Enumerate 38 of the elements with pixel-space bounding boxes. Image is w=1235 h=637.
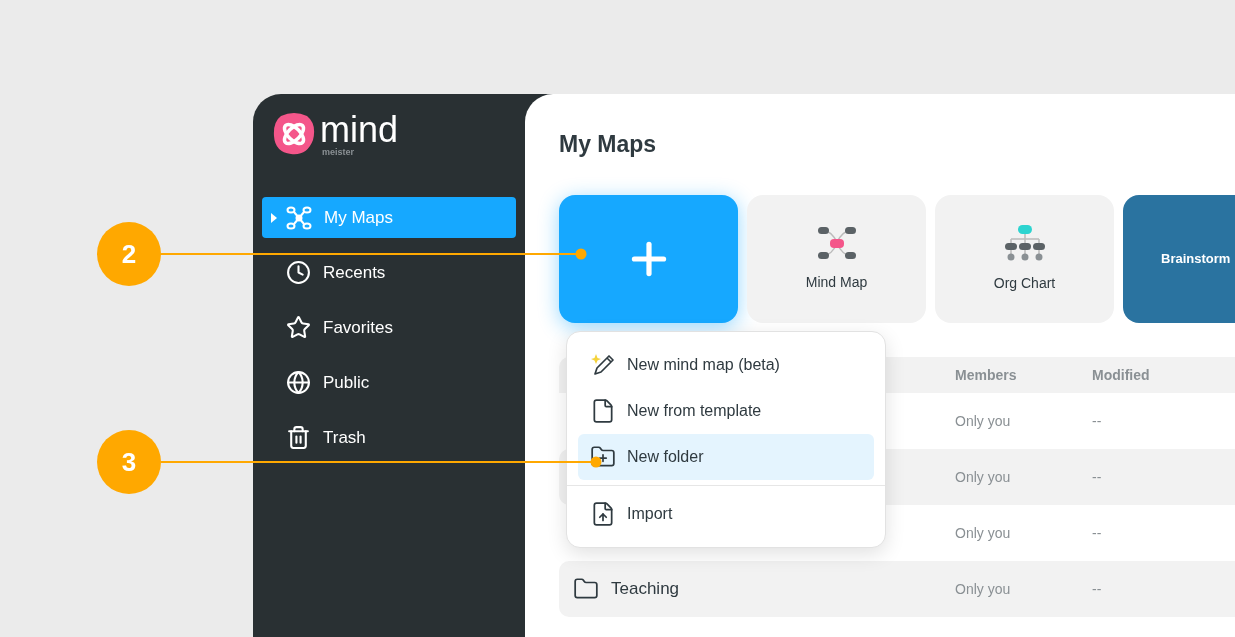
table-row[interactable]: Teaching Only you -- [559, 561, 1235, 617]
template-card[interactable]: Mind Map [747, 195, 926, 323]
logo-icon [273, 112, 315, 156]
sidebar-item[interactable]: Favorites [262, 307, 516, 348]
expand-caret-icon [271, 213, 277, 223]
members-cell-text: Only you [955, 467, 1012, 487]
members-cell-text: Only you [955, 523, 1012, 543]
sidebar-item[interactable]: Recents [262, 252, 516, 293]
callout-badge: 2 [97, 222, 161, 286]
members-cell-text: Only you [955, 411, 1012, 431]
template-icon [590, 398, 616, 424]
mind-map-icon [286, 205, 312, 230]
modified-cell-text: -- [1092, 523, 1102, 543]
org-chart-icon [1003, 224, 1046, 261]
sidebar-item[interactable]: Public [262, 362, 516, 403]
magic-pencil-icon [590, 352, 616, 378]
trash-icon [286, 425, 311, 450]
folder-plus-icon [590, 444, 616, 470]
globe-icon [286, 370, 311, 395]
modified-cell-text: -- [1092, 411, 1102, 431]
page-title: My Maps [559, 130, 658, 158]
modified-cell-text: -- [1092, 467, 1102, 487]
row-name: Teaching [611, 578, 680, 601]
folder-icon [573, 576, 599, 602]
callout-badge: 3 [97, 430, 161, 494]
template-card[interactable]: Brainstorm [1123, 195, 1235, 323]
menu-item[interactable]: New folder [578, 434, 874, 480]
members-cell-text: Only you [955, 579, 1012, 599]
clock-icon [286, 260, 311, 285]
logo-wordmark: mind [320, 112, 399, 148]
mind-map-diagram-icon [816, 225, 857, 260]
file-upload-icon [590, 501, 616, 527]
sidebar-item[interactable]: Trash [262, 417, 516, 458]
logo-subtitle: meister [321, 148, 356, 157]
new-map-button[interactable] [559, 195, 738, 323]
modified-cell-text: -- [1092, 579, 1102, 599]
star-icon [286, 315, 311, 340]
template-card[interactable]: Org Chart [935, 195, 1114, 323]
